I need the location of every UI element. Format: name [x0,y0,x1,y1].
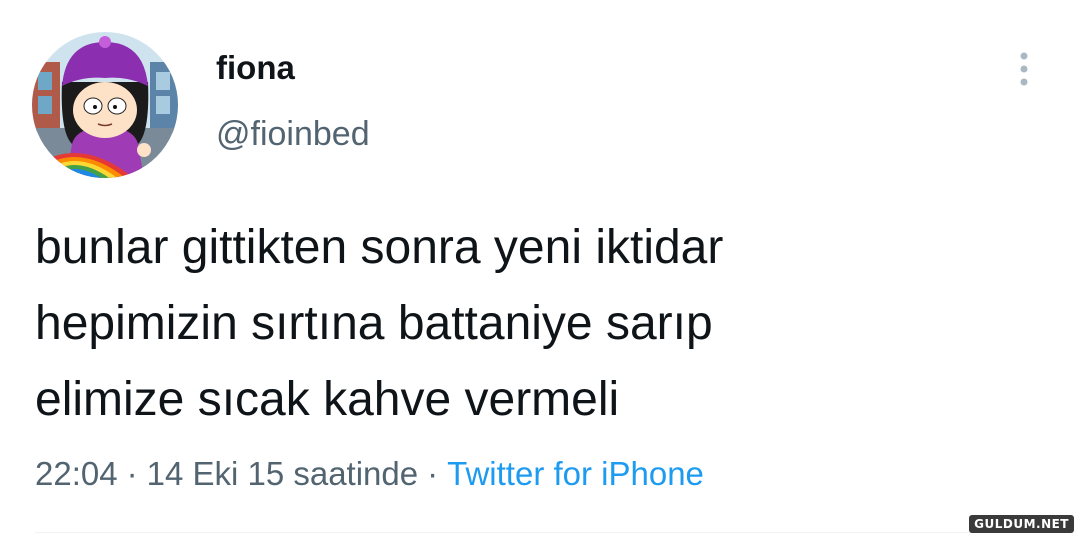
meta-separator: · [126,455,138,492]
tweet-source-link[interactable]: Twitter for iPhone [447,455,704,492]
tweet-date[interactable]: 14 Eki 15 saatinde [147,455,419,492]
watermark: GULDUM.NET [969,515,1074,533]
display-name[interactable]: fiona [216,48,295,88]
tweet-meta: 22:04 · 14 Eki 15 saatinde · Twitter for iPh… [35,452,704,496]
tweet-line: hepimizin sırtına battaniye sarıp [35,297,713,350]
divider [35,532,1036,533]
avatar[interactable] [32,32,178,178]
meta-separator: · [427,455,439,492]
more-options-button[interactable] [1008,48,1040,92]
user-handle[interactable]: @fioinbed [216,114,370,154]
tweet-line: elimize sıcak kahve vermeli [35,373,620,426]
tweet-text: bunlar gittikten sonra yeni iktidar hepi… [35,210,1035,438]
tweet-time[interactable]: 22:04 [35,455,118,492]
avatar-image [32,32,178,178]
more-dots-vertical-icon [1020,52,1028,86]
tweet-line: bunlar gittikten sonra yeni iktidar [35,221,724,274]
